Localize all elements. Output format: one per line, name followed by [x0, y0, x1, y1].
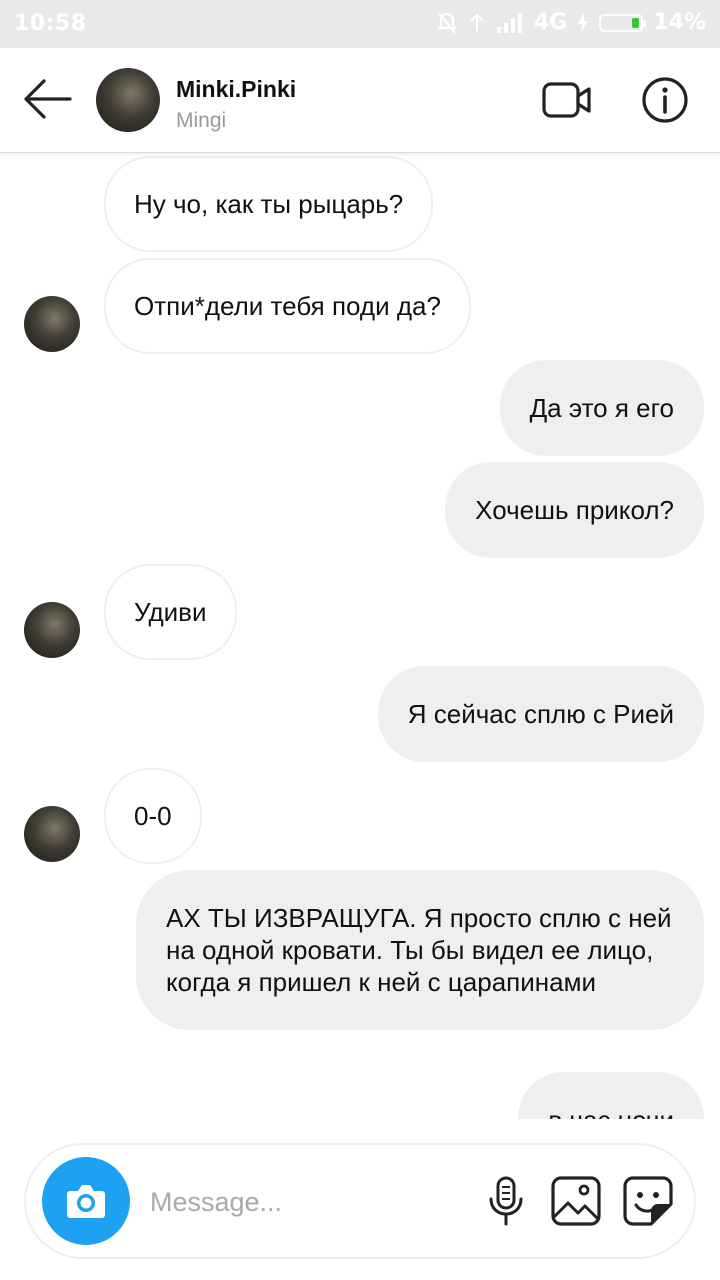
sticker-button[interactable]: [622, 1175, 674, 1227]
sticker-icon: [623, 1176, 673, 1226]
gallery-button[interactable]: [550, 1175, 602, 1227]
message-bubble[interactable]: Удиви: [104, 564, 237, 660]
video-call-button[interactable]: [541, 78, 593, 122]
battery-icon: [599, 13, 647, 32]
chat-header: Minki.Pinki Mingi: [0, 48, 720, 153]
info-icon: [642, 77, 688, 123]
contact-avatar[interactable]: [96, 68, 160, 132]
message-thread[interactable]: Ну чо, как ты рыцарь? Отпи*дели тебя под…: [0, 153, 720, 1119]
message-bubble[interactable]: Отпи*дели тебя поди да?: [104, 258, 471, 354]
mute-icon: [436, 11, 458, 35]
camera-button[interactable]: [42, 1157, 130, 1245]
microphone-icon: [489, 1176, 523, 1226]
message-bubble[interactable]: Хочешь прикол?: [445, 462, 704, 558]
camera-icon: [67, 1185, 105, 1218]
message-bubble[interactable]: 0-0: [104, 768, 202, 864]
status-bar: 10:58 4G 14%: [0, 0, 720, 48]
voice-message-button[interactable]: [480, 1175, 532, 1227]
status-time: 10:58: [14, 11, 87, 36]
message-bubble[interactable]: Да это я его: [499, 360, 704, 456]
charging-icon: [577, 12, 589, 33]
sender-avatar[interactable]: [24, 296, 80, 352]
network-type: 4G: [533, 10, 568, 35]
message-bubble[interactable]: АХ ТЫ ИЗВРАЩУГА. Я просто сплю с ней на …: [136, 870, 704, 1030]
status-icons: 4G 14%: [436, 10, 706, 35]
contact-username[interactable]: Minki.Pinki: [176, 76, 296, 103]
contact-subtitle: Mingi: [176, 109, 227, 132]
signal-icon: [496, 12, 524, 33]
wifi-off-icon: [468, 13, 486, 33]
sender-avatar[interactable]: [24, 602, 80, 658]
back-button[interactable]: [20, 76, 74, 122]
info-button[interactable]: [641, 76, 689, 124]
gallery-icon: [551, 1176, 601, 1226]
video-camera-icon: [542, 82, 591, 118]
message-bubble[interactable]: в час ночи: [518, 1072, 704, 1119]
message-bubble[interactable]: Ну чо, как ты рыцарь?: [104, 156, 434, 252]
message-bubble[interactable]: Я сейчас сплю с Рией: [377, 666, 704, 762]
message-input[interactable]: [148, 1175, 472, 1229]
back-arrow-icon: [24, 79, 72, 119]
battery-fill: [632, 17, 640, 28]
message-composer: [24, 1143, 696, 1259]
sender-avatar[interactable]: [24, 806, 80, 862]
battery-percent: 14%: [653, 10, 706, 35]
